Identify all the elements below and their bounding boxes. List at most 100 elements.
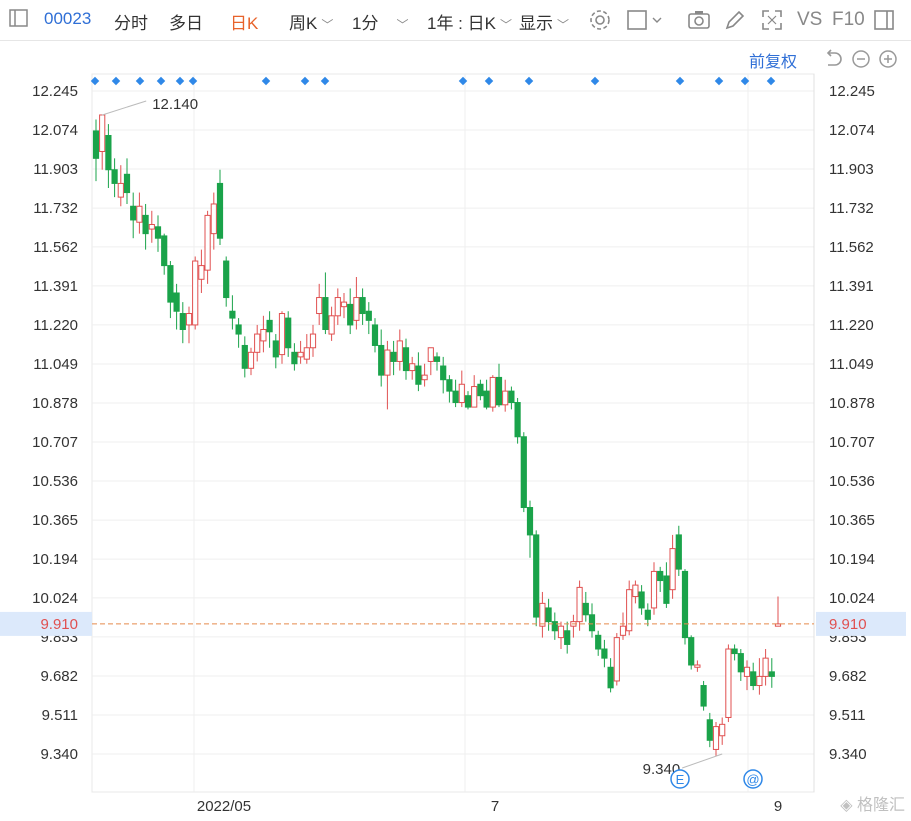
- candle-body[interactable]: [148, 224, 155, 230]
- candle-body[interactable]: [650, 570, 658, 609]
- candle-body[interactable]: [564, 630, 571, 645]
- candle-body[interactable]: [204, 214, 211, 271]
- candle-body[interactable]: [737, 653, 744, 673]
- candle-body[interactable]: [111, 169, 118, 184]
- candle-body[interactable]: [607, 666, 614, 689]
- candle-body[interactable]: [378, 344, 385, 376]
- candle-body[interactable]: [266, 319, 273, 333]
- candle-body[interactable]: [471, 386, 478, 408]
- candle-body[interactable]: [260, 328, 267, 342]
- candle-body[interactable]: [663, 575, 670, 604]
- candle-body[interactable]: [365, 310, 372, 321]
- candle-body[interactable]: [371, 324, 379, 346]
- event-dot[interactable]: [320, 76, 330, 86]
- candle-body[interactable]: [458, 383, 465, 404]
- event-dot[interactable]: [458, 76, 468, 86]
- candle-body[interactable]: [514, 402, 521, 438]
- candle-body[interactable]: [508, 390, 515, 404]
- candle-body[interactable]: [588, 614, 596, 632]
- candle-body[interactable]: [167, 265, 174, 303]
- candle-body[interactable]: [545, 607, 552, 623]
- candle-body[interactable]: [173, 292, 180, 312]
- candle-body[interactable]: [328, 315, 335, 335]
- candle-body[interactable]: [210, 203, 217, 235]
- candle-body[interactable]: [136, 205, 143, 223]
- candle-body[interactable]: [731, 648, 738, 655]
- candle-body[interactable]: [198, 265, 205, 280]
- candle-body[interactable]: [644, 609, 651, 620]
- candle-body[interactable]: [161, 235, 168, 267]
- candle-body[interactable]: [309, 333, 317, 349]
- candle-body[interactable]: [421, 374, 428, 381]
- candle-body[interactable]: [192, 260, 199, 326]
- candle-body[interactable]: [123, 173, 131, 194]
- candle-body[interactable]: [390, 351, 397, 362]
- candle-body[interactable]: [725, 648, 732, 718]
- candle-body[interactable]: [750, 671, 757, 687]
- candle-body[interactable]: [334, 297, 341, 317]
- candle-body[interactable]: [762, 657, 769, 677]
- event-dot[interactable]: [261, 76, 271, 86]
- candle-body[interactable]: [241, 344, 248, 369]
- candlestick-chart[interactable]: 12.245 12.245 12.074 12.074 11.903 11.903 11.7…: [0, 0, 911, 821]
- candle-body[interactable]: [130, 205, 137, 221]
- candle-body[interactable]: [285, 317, 292, 349]
- candle-body[interactable]: [216, 182, 224, 239]
- candle-body[interactable]: [291, 351, 298, 365]
- candle-body[interactable]: [681, 570, 689, 639]
- candle-body[interactable]: [409, 363, 416, 372]
- candle-body[interactable]: [247, 351, 255, 369]
- candle-body[interactable]: [272, 340, 279, 358]
- candle-body[interactable]: [756, 675, 763, 687]
- candle-body[interactable]: [626, 589, 633, 632]
- candle-body[interactable]: [632, 584, 639, 598]
- candle-body[interactable]: [576, 586, 583, 623]
- candle-body[interactable]: [669, 548, 676, 591]
- candle-body[interactable]: [440, 365, 447, 381]
- event-dot[interactable]: [111, 76, 121, 86]
- event-dot[interactable]: [135, 76, 145, 86]
- candle-body[interactable]: [99, 114, 106, 152]
- candle-body[interactable]: [427, 347, 434, 362]
- candle-body[interactable]: [303, 347, 310, 360]
- candle-body[interactable]: [340, 301, 348, 308]
- candle-body[interactable]: [353, 297, 360, 321]
- candle-body[interactable]: [223, 260, 230, 299]
- candle-body[interactable]: [595, 634, 602, 650]
- event-dot[interactable]: [175, 76, 185, 86]
- candle-body[interactable]: [92, 130, 100, 159]
- candle-body[interactable]: [539, 602, 546, 627]
- event-dot[interactable]: [524, 76, 534, 86]
- candle-body[interactable]: [402, 347, 410, 372]
- candle-body[interactable]: [278, 313, 286, 356]
- candle-body[interactable]: [719, 723, 726, 737]
- candle-body[interactable]: [675, 534, 682, 570]
- candle-body[interactable]: [464, 395, 472, 408]
- candle-body[interactable]: [520, 436, 527, 509]
- candle-body[interactable]: [347, 303, 354, 326]
- candle-body[interactable]: [638, 591, 645, 609]
- candle-body[interactable]: [297, 351, 304, 358]
- candle-body[interactable]: [117, 182, 124, 198]
- event-dot[interactable]: [714, 76, 724, 86]
- candle-body[interactable]: [694, 664, 701, 668]
- candle-body[interactable]: [235, 324, 242, 335]
- event-dot[interactable]: [188, 76, 198, 86]
- candle-body[interactable]: [185, 313, 193, 326]
- candle-body[interactable]: [396, 340, 403, 362]
- candle-body[interactable]: [526, 507, 534, 536]
- candle-body[interactable]: [743, 666, 751, 677]
- candle-body[interactable]: [254, 333, 261, 353]
- candle-body[interactable]: [768, 671, 775, 677]
- event-dot[interactable]: [484, 76, 494, 86]
- candle-body[interactable]: [179, 313, 186, 330]
- candle-body[interactable]: [533, 534, 540, 618]
- event-dot[interactable]: [590, 76, 600, 86]
- candle-body[interactable]: [142, 214, 149, 235]
- candle-body[interactable]: [657, 570, 664, 582]
- candle-body[interactable]: [712, 726, 720, 750]
- event-dot[interactable]: [675, 76, 685, 86]
- candle-body[interactable]: [551, 621, 558, 632]
- candle-body[interactable]: [601, 648, 608, 659]
- candle-body[interactable]: [613, 637, 620, 682]
